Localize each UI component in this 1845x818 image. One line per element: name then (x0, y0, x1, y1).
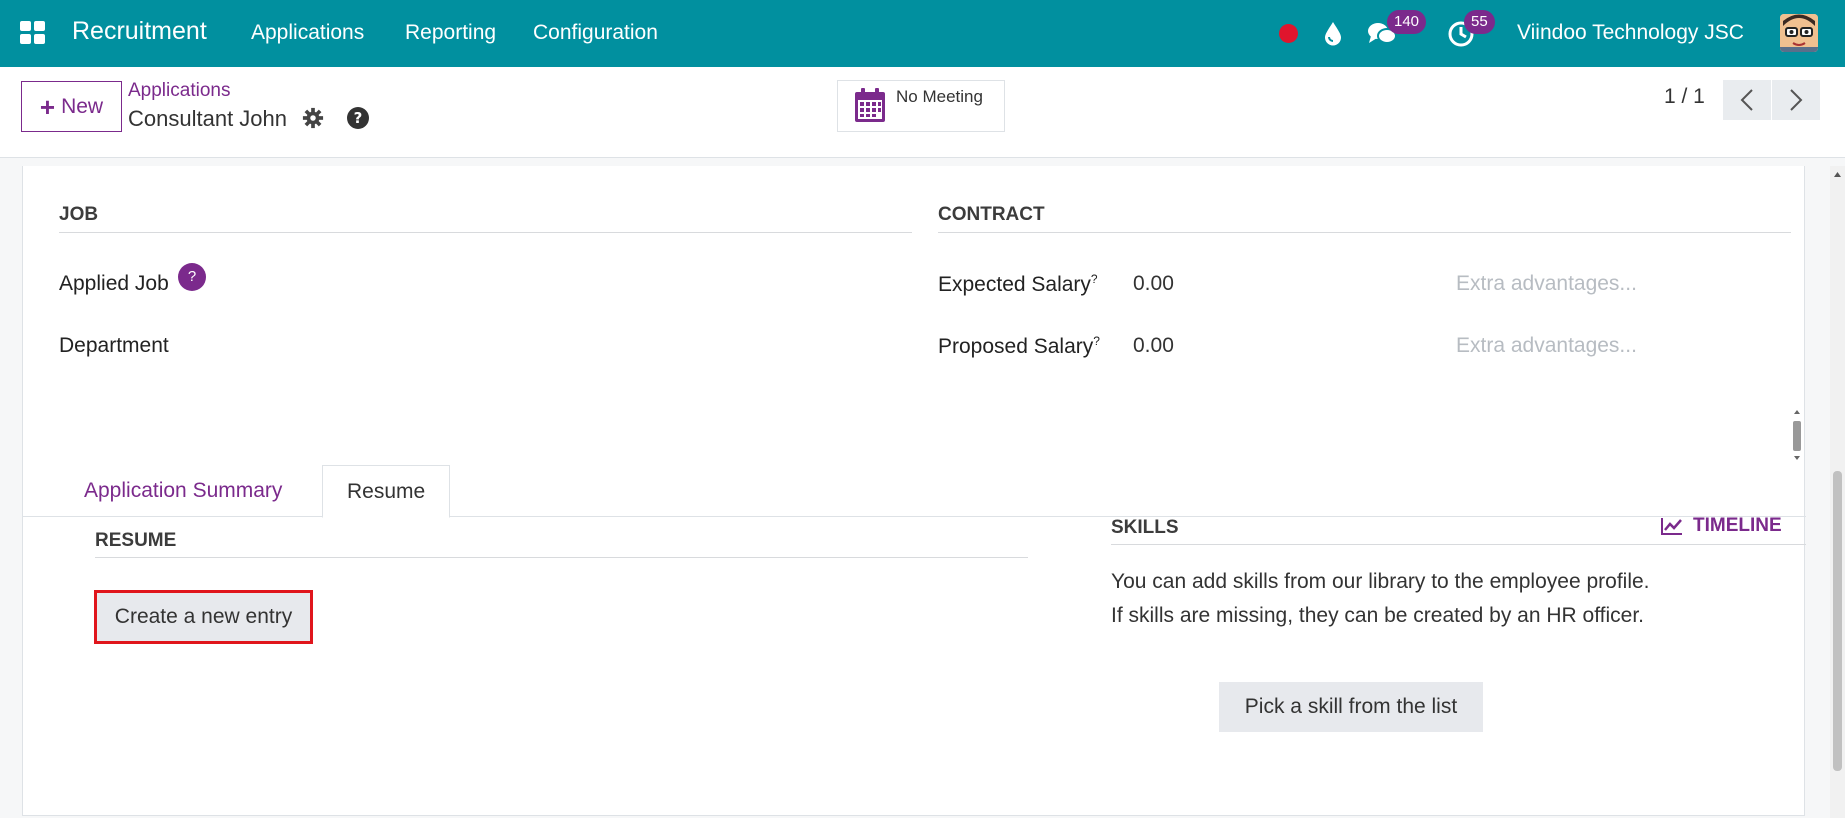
question-circle-icon[interactable]: ? (346, 106, 370, 130)
expected-salary-help[interactable]: ? (1091, 272, 1098, 286)
proposed-salary-label: Proposed Salary? (938, 334, 1100, 359)
chevron-left-icon (1740, 89, 1753, 111)
chevron-right-icon (1790, 89, 1803, 111)
top-navbar: Recruitment Applications Reporting Confi… (0, 0, 1845, 67)
skills-section-title: SKILLS (1111, 517, 1179, 538)
control-panel: + New Applications Consultant John ? No … (0, 67, 1845, 158)
expected-salary-value[interactable]: 0.00 (1133, 272, 1174, 296)
form-sheet: JOB Applied Job ? Department CONTRACT Ex… (22, 166, 1806, 816)
user-avatar[interactable] (1780, 14, 1818, 52)
meeting-label: No Meeting (896, 87, 983, 106)
contract-section-title: CONTRACT (938, 204, 1045, 225)
resume-divider (95, 557, 1028, 558)
scroll-up-icon[interactable] (1830, 168, 1845, 180)
pager-previous-button[interactable] (1723, 80, 1771, 120)
breadcrumb-current: Consultant John (128, 106, 287, 131)
tab-application-summary[interactable]: Application Summary (60, 465, 306, 517)
resume-section-title: RESUME (95, 530, 177, 551)
new-button-label: New (61, 94, 104, 118)
avatar-face-icon (1780, 14, 1818, 52)
breadcrumb-parent[interactable]: Applications (128, 80, 230, 102)
pick-skill-button[interactable]: Pick a skill from the list (1219, 682, 1483, 732)
job-divider (59, 232, 912, 233)
menu-reporting[interactable]: Reporting (405, 21, 496, 45)
proposed-salary-help[interactable]: ? (1093, 334, 1100, 348)
proposed-extra-advantages-input[interactable]: Extra advantages... (1456, 334, 1637, 358)
notebook-tabs: Application Summary Resume (23, 465, 1806, 518)
pager-next-button[interactable] (1772, 80, 1820, 120)
page-scrollbar-thumb[interactable] (1833, 471, 1842, 771)
record-dot-icon[interactable] (1279, 24, 1298, 43)
inner-scrollbar[interactable] (1790, 407, 1804, 463)
contract-divider (938, 232, 1791, 233)
tab-resume[interactable]: Resume (322, 465, 451, 518)
skills-divider (1111, 544, 1806, 545)
activities-badge: 55 (1464, 10, 1495, 34)
expected-salary-label: Expected Salary? (938, 272, 1098, 297)
plus-icon: + (39, 91, 56, 122)
company-switcher[interactable]: Viindoo Technology JSC (1517, 21, 1744, 45)
job-section-title: JOB (59, 204, 99, 225)
proposed-salary-text: Proposed Salary (938, 335, 1094, 358)
proposed-salary-value[interactable]: 0.00 (1133, 334, 1174, 358)
pager-value[interactable]: 1 / 1 (1664, 85, 1705, 109)
calendar-icon (855, 88, 885, 122)
applied-job-label: Applied Job (59, 272, 169, 295)
skills-help-line2: If skills are missing, they can be creat… (1111, 604, 1645, 627)
create-resume-entry-button[interactable]: Create a new entry (94, 590, 313, 644)
new-button[interactable]: + New (21, 81, 122, 132)
apps-grid-icon[interactable] (20, 21, 46, 45)
gear-icon[interactable] (302, 107, 324, 129)
department-label: Department (59, 334, 169, 357)
line-chart-icon (1661, 518, 1682, 535)
meeting-button[interactable]: No Meeting (837, 80, 1005, 132)
timeline-label: TIMELINE (1693, 515, 1782, 536)
applied-job-help-badge[interactable]: ? (178, 263, 206, 291)
messages-badge: 140 (1387, 10, 1427, 34)
page-scrollbar[interactable] (1830, 166, 1845, 818)
expected-extra-advantages-input[interactable]: Extra advantages... (1456, 272, 1637, 296)
scrollbar-arrows-icon (1793, 410, 1801, 460)
menu-applications[interactable]: Applications (251, 21, 364, 45)
menu-configuration[interactable]: Configuration (533, 21, 658, 45)
skills-help-line1: You can add skills from our library to t… (1111, 570, 1650, 593)
expected-salary-text: Expected Salary (938, 273, 1091, 296)
app-name[interactable]: Recruitment (72, 17, 207, 46)
water-drop-icon[interactable] (1322, 20, 1344, 46)
svg-text:?: ? (354, 109, 363, 127)
timeline-button[interactable]: TIMELINE (1661, 515, 1782, 537)
